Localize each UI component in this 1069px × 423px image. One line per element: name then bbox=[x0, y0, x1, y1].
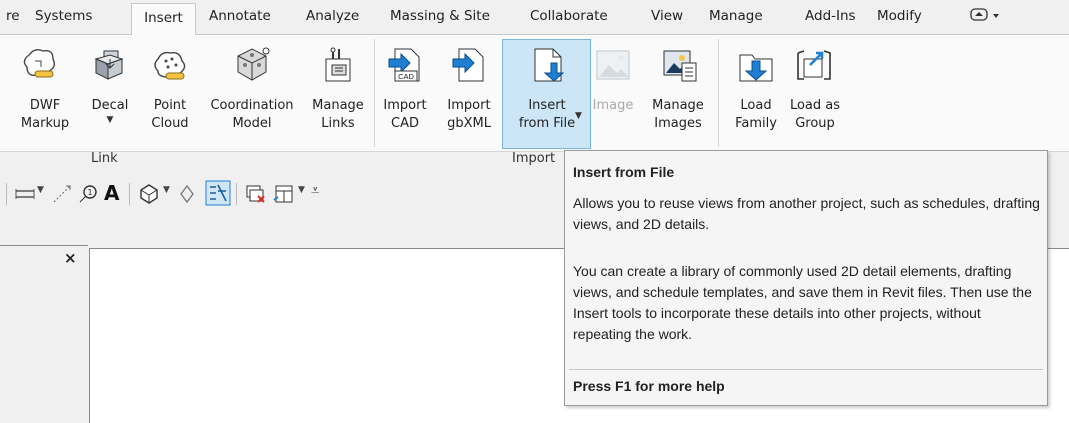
tool-label: Markup bbox=[20, 116, 70, 131]
tool-label: Links bbox=[321, 116, 355, 131]
ribbon-panel-area: DWF Markup Decal ▼ Point Cloud Coordinatio… bbox=[0, 35, 1069, 166]
import-gbxml-icon bbox=[452, 48, 484, 82]
load-family-icon bbox=[739, 54, 773, 82]
switch-windows-icon[interactable] bbox=[272, 182, 296, 206]
3d-view-dropdown-icon[interactable]: ▼ bbox=[163, 185, 170, 195]
manage-links-icon bbox=[325, 47, 351, 82]
close-panel-button[interactable]: × bbox=[64, 249, 77, 267]
dwf-markup-icon bbox=[23, 48, 56, 78]
tooltip-help-hint: Press F1 for more help bbox=[573, 378, 725, 394]
tool-label: Manage bbox=[312, 98, 364, 113]
tool-label: CAD bbox=[391, 116, 419, 131]
tool-label: Cloud bbox=[151, 116, 189, 131]
tab-massing-site[interactable]: Massing & Site bbox=[390, 0, 490, 34]
tab-annotate[interactable]: Annotate bbox=[209, 0, 271, 34]
image-icon bbox=[596, 50, 630, 80]
decal-dropdown-icon[interactable]: ▼ bbox=[85, 115, 135, 125]
tab-collaborate[interactable]: Collaborate bbox=[530, 0, 608, 34]
import-cad-icon: CAD bbox=[388, 48, 420, 82]
section-icon[interactable] bbox=[176, 182, 198, 206]
panel-separator bbox=[718, 39, 719, 147]
manage-images-icon bbox=[663, 50, 697, 82]
switch-windows-dropdown-icon[interactable]: ▼ bbox=[298, 185, 305, 195]
close-hidden-icon[interactable] bbox=[244, 182, 268, 206]
panel-title-import[interactable]: Import bbox=[512, 151, 555, 166]
tooltip-divider bbox=[569, 369, 1043, 370]
tool-label: Model bbox=[232, 116, 272, 131]
toolbar-separator bbox=[6, 183, 7, 205]
tag-icon[interactable]: 1 bbox=[76, 182, 100, 206]
tool-label: Coordination bbox=[210, 98, 294, 113]
insert-from-file-icon bbox=[534, 48, 565, 82]
cad-badge-text: CAD bbox=[398, 72, 414, 81]
tooltip-description: Allows you to reuse views from another p… bbox=[573, 195, 1040, 232]
tab-add-ins[interactable]: Add-Ins bbox=[805, 0, 856, 34]
tab-modify[interactable]: Modify bbox=[877, 0, 922, 34]
tool-label: DWF bbox=[29, 98, 61, 113]
toolbar-separator bbox=[129, 183, 130, 205]
toolbar-separator bbox=[236, 183, 237, 205]
tab-view[interactable]: View bbox=[651, 0, 683, 34]
tool-label: Load bbox=[740, 98, 772, 113]
customize-icon[interactable]: ⩡ bbox=[311, 181, 319, 199]
measure-icon[interactable] bbox=[50, 182, 74, 206]
tool-label: gbXML bbox=[447, 116, 491, 131]
tool-label: Import bbox=[447, 98, 491, 113]
panel-separator bbox=[374, 39, 375, 147]
tooltip-details: You can create a library of commonly use… bbox=[573, 263, 1032, 342]
tool-label: Image bbox=[592, 98, 634, 113]
tool-label: Manage bbox=[652, 98, 704, 113]
ribbon-display-options-icon[interactable] bbox=[969, 0, 1003, 34]
tool-label: Group bbox=[795, 116, 835, 131]
decal-icon bbox=[94, 50, 124, 80]
thin-lines-icon[interactable] bbox=[205, 180, 231, 206]
text-icon[interactable]: A bbox=[104, 181, 119, 205]
tool-label: Decal bbox=[91, 98, 129, 113]
tab-insert[interactable]: Insert bbox=[131, 3, 196, 36]
tool-label: Family bbox=[735, 116, 777, 131]
align-dimension-dropdown-icon[interactable]: ▼ bbox=[37, 185, 44, 195]
ribbon-tab-bar: re Systems Insert Annotate Analyze Massi… bbox=[0, 0, 1069, 36]
tab-systems[interactable]: Systems bbox=[35, 0, 92, 34]
tooltip-insert-from-file: Insert from File Allows you to reuse vie… bbox=[564, 150, 1048, 406]
tool-label: Load as bbox=[789, 98, 841, 113]
tooltip-title: Insert from File bbox=[573, 164, 675, 180]
tool-label: Images bbox=[654, 116, 702, 131]
tab-structure[interactable]: re bbox=[6, 0, 20, 34]
align-dimension-icon[interactable] bbox=[14, 183, 36, 205]
panel-title-link[interactable]: Link bbox=[91, 151, 118, 166]
3d-view-icon[interactable] bbox=[137, 182, 161, 206]
point-cloud-icon bbox=[154, 51, 186, 80]
coordination-model-icon bbox=[237, 47, 270, 81]
svg-text:1: 1 bbox=[87, 188, 92, 197]
tool-label: Import bbox=[383, 98, 427, 113]
properties-panel bbox=[0, 245, 88, 423]
tool-label: Point bbox=[153, 98, 187, 113]
tab-analyze[interactable]: Analyze bbox=[306, 0, 359, 34]
load-as-group-icon bbox=[797, 50, 831, 80]
tab-manage[interactable]: Manage bbox=[709, 0, 763, 34]
insert-from-file-dropdown-icon[interactable]: ▼ bbox=[575, 111, 582, 121]
